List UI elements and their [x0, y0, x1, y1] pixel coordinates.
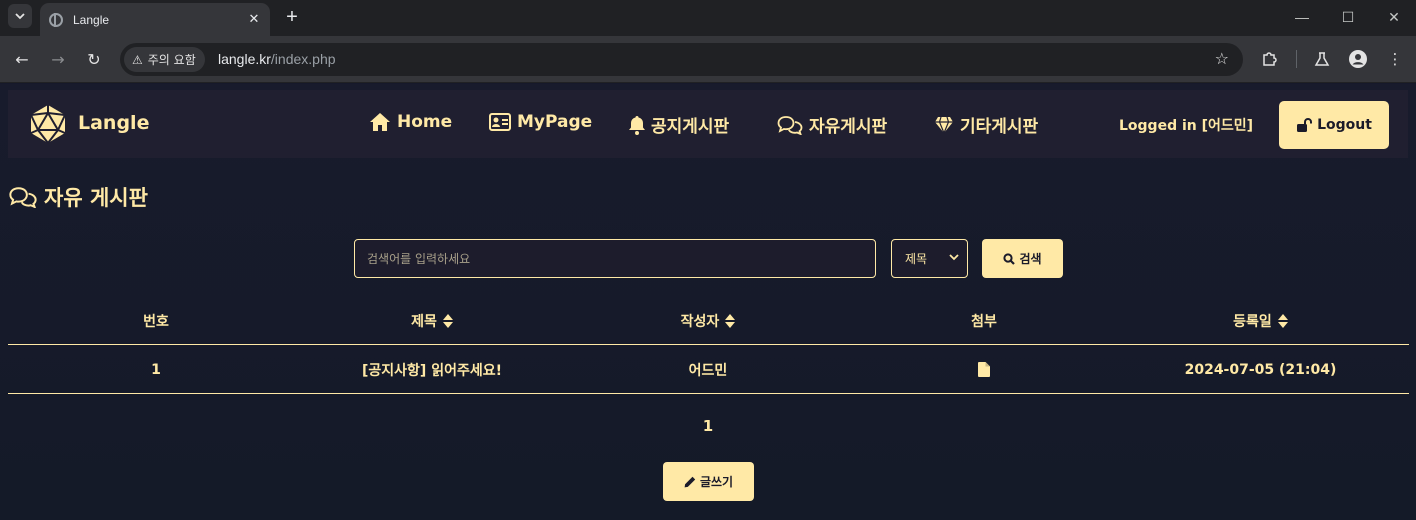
pencil-icon — [684, 476, 696, 487]
logout-button[interactable]: Logout — [1279, 101, 1389, 149]
page: Langle Home MyPage 공지게시판 자유게시판 기타게시판 Log… — [0, 84, 1416, 520]
table-row[interactable]: 1 [공지사항] 읽어주세요! 어드민 2024-07-05 (21:04) — [8, 345, 1409, 394]
column-label: 제목 — [411, 313, 437, 330]
column-header-author[interactable]: 작성자 — [560, 296, 856, 345]
search-field-value: 제목 — [905, 252, 928, 266]
sort-icon[interactable] — [442, 313, 453, 328]
comments-icon — [777, 115, 803, 135]
nav-label: 기타게시판 — [960, 117, 1039, 137]
nav-free-board[interactable]: 자유게시판 — [777, 112, 887, 137]
browser-toolbar: ← → ↻ ⚠ 주의 요함 langle.kr/index.php ☆ ⋮ — [0, 36, 1416, 83]
extensions-icon[interactable] — [1257, 47, 1281, 71]
bookmark-star-icon[interactable]: ☆ — [1215, 49, 1229, 68]
maximize-icon[interactable]: ☐ — [1336, 6, 1360, 28]
nav-label: Home — [397, 112, 453, 132]
column-header-attachment: 첨부 — [856, 296, 1112, 345]
url-text[interactable]: langle.kr/index.php — [218, 51, 336, 67]
row-title-link[interactable]: [공지사항] 읽어주세요! — [304, 345, 560, 394]
column-label: 등록일 — [1233, 313, 1272, 330]
chevron-down-icon — [949, 252, 959, 265]
bell-icon — [629, 115, 645, 135]
home-icon — [370, 113, 390, 131]
pagination-page-1[interactable]: 1 — [700, 417, 716, 435]
browser-tab[interactable]: Langle ✕ — [40, 3, 270, 36]
column-header-number: 번호 — [8, 296, 304, 345]
row-attachment[interactable] — [856, 345, 1112, 394]
column-label: 작성자 — [680, 313, 720, 330]
close-tab-icon[interactable]: ✕ — [244, 10, 264, 30]
row-number: 1 — [151, 361, 161, 378]
column-header-title[interactable]: 제목 — [304, 296, 560, 345]
gem-icon — [935, 116, 953, 133]
address-bar[interactable]: ⚠ 주의 요함 langle.kr/index.php ☆ — [120, 43, 1243, 76]
nav-etc-board[interactable]: 기타게시판 — [934, 112, 1038, 137]
logged-in-status: Logged in [어드민] — [1119, 118, 1254, 134]
nav-label: 자유게시판 — [809, 117, 888, 137]
reload-icon[interactable]: ↻ — [82, 47, 106, 71]
row-author: 어드민 — [688, 362, 728, 379]
search-button[interactable]: 검색 — [982, 239, 1063, 278]
write-button-label: 글쓰기 — [699, 475, 734, 489]
forward-icon[interactable]: → — [46, 47, 70, 71]
table-header: 번호 제목 작성자 첨부 등록일 — [8, 296, 1409, 345]
column-header-date[interactable]: 등록일 — [1112, 296, 1409, 345]
nav-label: 공지게시판 — [651, 117, 730, 137]
nav-mypage[interactable]: MyPage — [489, 112, 592, 132]
unlock-icon — [1297, 118, 1313, 132]
nav-home[interactable]: Home — [369, 112, 452, 132]
chevron-down-icon — [15, 13, 25, 20]
search-input[interactable] — [354, 239, 876, 278]
back-icon[interactable]: ← — [10, 47, 34, 71]
security-chip[interactable]: ⚠ 주의 요함 — [124, 47, 205, 72]
warning-icon: ⚠ — [132, 52, 143, 67]
logo-icon[interactable] — [28, 104, 68, 144]
sort-icon[interactable] — [1277, 313, 1288, 328]
site-navbar: Langle Home MyPage 공지게시판 자유게시판 기타게시판 Log… — [8, 90, 1408, 158]
page-title: 자유 게시판 — [8, 182, 148, 212]
more-menu-icon[interactable]: ⋮ — [1383, 47, 1407, 71]
url-path: /index.php — [270, 51, 336, 67]
nav-label: MyPage — [517, 112, 593, 132]
file-icon — [978, 362, 990, 377]
nav-notice-board[interactable]: 공지게시판 — [629, 112, 729, 137]
brand-name[interactable]: Langle — [78, 112, 149, 134]
tab-title: Langle — [73, 12, 110, 27]
labs-flask-icon[interactable] — [1310, 47, 1334, 71]
profile-icon[interactable] — [1346, 47, 1370, 71]
globe-icon — [49, 12, 63, 27]
board-table: 번호 제목 작성자 첨부 등록일 1 [공지사항] 읽어주세요! 어드민 202… — [8, 296, 1409, 394]
write-post-button[interactable]: 글쓰기 — [663, 462, 754, 501]
url-host: langle.kr — [218, 51, 271, 67]
sort-icon[interactable] — [725, 313, 736, 328]
toolbar-separator — [1296, 50, 1297, 68]
column-label: 번호 — [143, 313, 169, 330]
column-label: 첨부 — [971, 313, 997, 330]
id-card-icon — [489, 113, 511, 131]
search-icon — [1003, 252, 1016, 265]
search-button-label: 검색 — [1019, 252, 1042, 266]
window-close-icon[interactable]: ✕ — [1382, 6, 1406, 28]
browser-tabstrip: Langle ✕ + — ☐ ✕ — [0, 0, 1416, 36]
page-title-text: 자유 게시판 — [44, 186, 148, 210]
row-date: 2024-07-05 (21:04) — [1184, 361, 1337, 378]
comments-icon — [9, 187, 37, 208]
logout-label: Logout — [1317, 117, 1372, 133]
security-label: 주의 요함 — [147, 53, 196, 67]
new-tab-button[interactable]: + — [281, 6, 303, 28]
search-field-select[interactable]: 제목 — [891, 239, 968, 278]
tab-search-button[interactable] — [8, 4, 32, 28]
minimize-icon[interactable]: — — [1290, 6, 1314, 28]
